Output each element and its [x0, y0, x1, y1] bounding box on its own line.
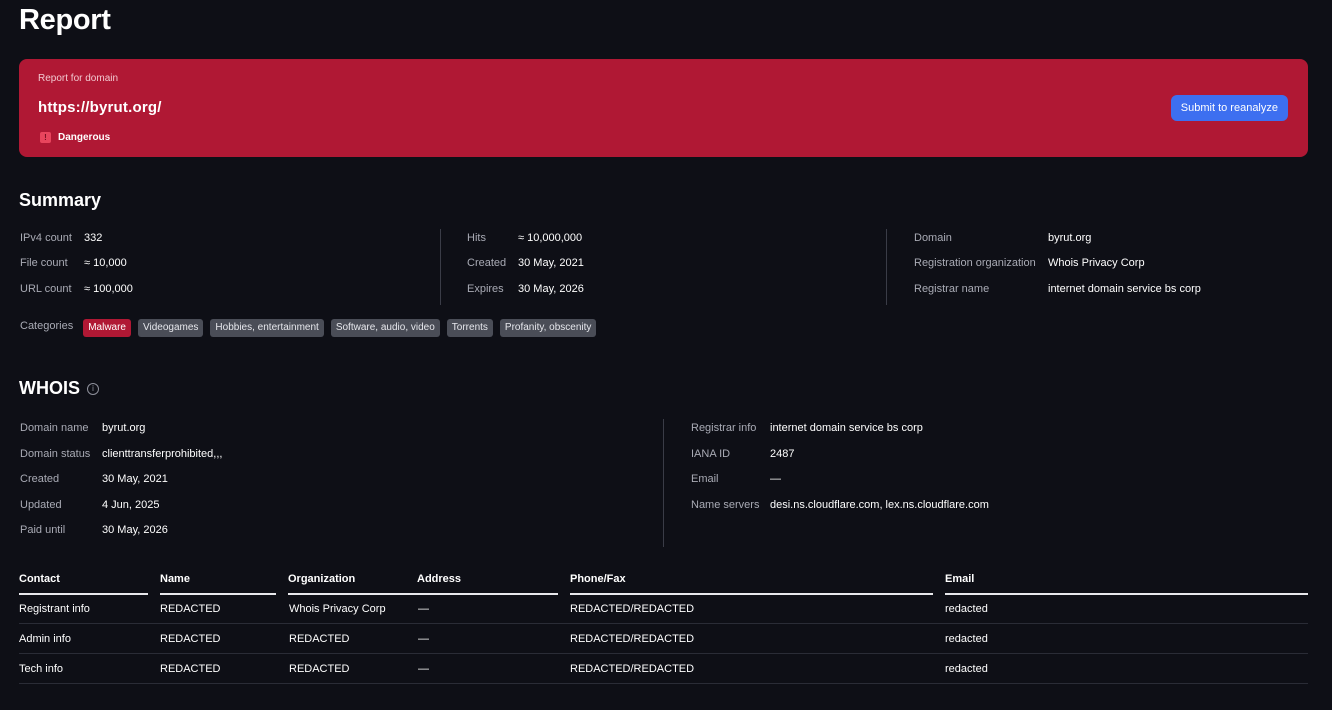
whois-value: byrut.org [102, 422, 146, 434]
table-cell: redacted [945, 633, 988, 645]
column-header-phone: Phone/Fax [570, 573, 933, 595]
summary-divider [886, 229, 887, 305]
table-cell: REDACTED [160, 603, 221, 615]
category-tag-videogames: Videogames [138, 319, 204, 337]
table-cell: Tech info [19, 663, 64, 675]
whois-value: clienttransferprohibited,,, [102, 448, 223, 460]
summary-label: Hits [467, 232, 486, 244]
whois-title: WHOIS i [19, 378, 99, 399]
contacts-table: Contact Name Organization Address Phone/… [19, 573, 1308, 684]
table-cell: — [418, 603, 429, 615]
table-cell: REDACTED/REDACTED [570, 663, 695, 675]
summary-value: internet domain service bs corp [1048, 283, 1201, 295]
column-header-address: Address [417, 573, 558, 595]
summary-col-3: Domain byrut.org Registration organizati… [914, 232, 1314, 302]
categories-label: Categories [20, 320, 74, 332]
summary-label: Registration organization [914, 257, 1036, 269]
category-tag-hobbies: Hobbies, entertainment [210, 319, 324, 337]
table-cell: Admin info [19, 633, 71, 645]
summary-col-1: IPv4 count 332 File count ≈ 10,000 URL c… [20, 232, 420, 302]
whois-left: Domain name byrut.org Domain status clie… [20, 422, 620, 542]
summary-label: Domain [914, 232, 952, 244]
summary-value: ≈ 10,000,000 [518, 232, 583, 244]
category-tag-malware: Malware [83, 319, 131, 337]
column-header-email: Email [945, 573, 1308, 595]
whois-label: Created [20, 473, 60, 485]
whois-label: IANA ID [691, 448, 731, 460]
whois-value: 2487 [770, 448, 795, 460]
banner-domain: https://byrut.org/ [38, 99, 162, 116]
table-cell: REDACTED/REDACTED [570, 633, 695, 645]
whois-label: Paid until [20, 524, 66, 536]
whois-label: Email [691, 473, 719, 485]
categories: Categories Malware Videogames Hobbies, e… [20, 319, 603, 337]
category-tag-torrents: Torrents [446, 319, 493, 337]
table-row: Tech info REDACTED REDACTED — REDACTED/R… [19, 654, 1308, 684]
column-header-contact: Contact [19, 573, 148, 595]
banner-caption: Report for domain [38, 73, 119, 84]
report-page: Report Report for domain https://byrut.o… [0, 0, 1332, 710]
column-header-name: Name [160, 573, 276, 595]
table-cell: redacted [945, 663, 988, 675]
whois-value: 30 May, 2021 [102, 473, 168, 485]
summary-value: ≈ 10,000 [84, 257, 127, 269]
contacts-header-row: Contact Name Organization Address Phone/… [19, 573, 1308, 595]
whois-value: 30 May, 2026 [102, 524, 168, 536]
summary-value: Whois Privacy Corp [1048, 257, 1145, 269]
table-row: Registrant info REDACTED Whois Privacy C… [19, 594, 1308, 624]
table-cell: — [418, 663, 429, 675]
table-cell: REDACTED [289, 663, 350, 675]
whois-right: Registrar info internet domain service b… [691, 422, 1291, 522]
whois-value: 4 Jun, 2025 [102, 499, 160, 511]
summary-value: 30 May, 2026 [518, 283, 584, 295]
info-icon[interactable]: i [87, 382, 99, 395]
summary-value: ≈ 100,000 [84, 283, 133, 295]
summary-title: Summary [19, 190, 102, 210]
verdict-badge: ! Dangerous [40, 132, 110, 143]
category-tag-profanity: Profanity, obscenity [499, 319, 597, 337]
table-cell: REDACTED [160, 663, 221, 675]
whois-label: Domain name [20, 422, 89, 434]
reanalyze-button[interactable]: Submit to reanalyze [1170, 95, 1288, 121]
domain-report-banner: Report for domain https://byrut.org/ ! D… [19, 59, 1308, 157]
whois-value: internet domain service bs corp [770, 422, 923, 434]
table-cell: REDACTED [160, 633, 221, 645]
danger-icon: ! [40, 132, 51, 143]
table-row: Admin info REDACTED REDACTED — REDACTED/… [19, 624, 1308, 654]
summary-col-2: Hits ≈ 10,000,000 Created 30 May, 2021 E… [467, 232, 867, 302]
whois-value: — [770, 473, 781, 485]
summary-label: URL count [20, 283, 72, 295]
summary-label: Expires [467, 283, 504, 295]
summary-value: 30 May, 2021 [518, 257, 584, 269]
table-cell: — [418, 633, 429, 645]
summary-label: Registrar name [914, 283, 990, 295]
summary-value: 332 [84, 232, 103, 244]
table-cell: Whois Privacy Corp [289, 603, 386, 615]
table-cell: redacted [945, 603, 988, 615]
category-tag-software: Software, audio, video [330, 319, 440, 337]
whois-title-text: WHOIS [19, 378, 80, 398]
whois-label: Updated [20, 499, 62, 511]
summary-label: Created [467, 257, 507, 269]
table-cell: REDACTED/REDACTED [570, 603, 695, 615]
whois-divider [663, 419, 664, 547]
summary-label: IPv4 count [20, 232, 72, 244]
summary-value: byrut.org [1048, 232, 1092, 244]
page-title: Report [19, 4, 111, 36]
verdict-label: Dangerous [58, 132, 111, 143]
whois-label: Name servers [691, 499, 760, 511]
whois-label: Registrar info [691, 422, 757, 434]
whois-label: Domain status [20, 448, 91, 460]
table-cell: REDACTED [289, 633, 350, 645]
column-header-organization: Organization [288, 573, 417, 595]
summary-divider [440, 229, 441, 305]
whois-value: desi.ns.cloudflare.com, lex.ns.cloudflar… [770, 499, 989, 511]
summary-label: File count [20, 257, 68, 269]
table-cell: Registrant info [19, 603, 90, 615]
